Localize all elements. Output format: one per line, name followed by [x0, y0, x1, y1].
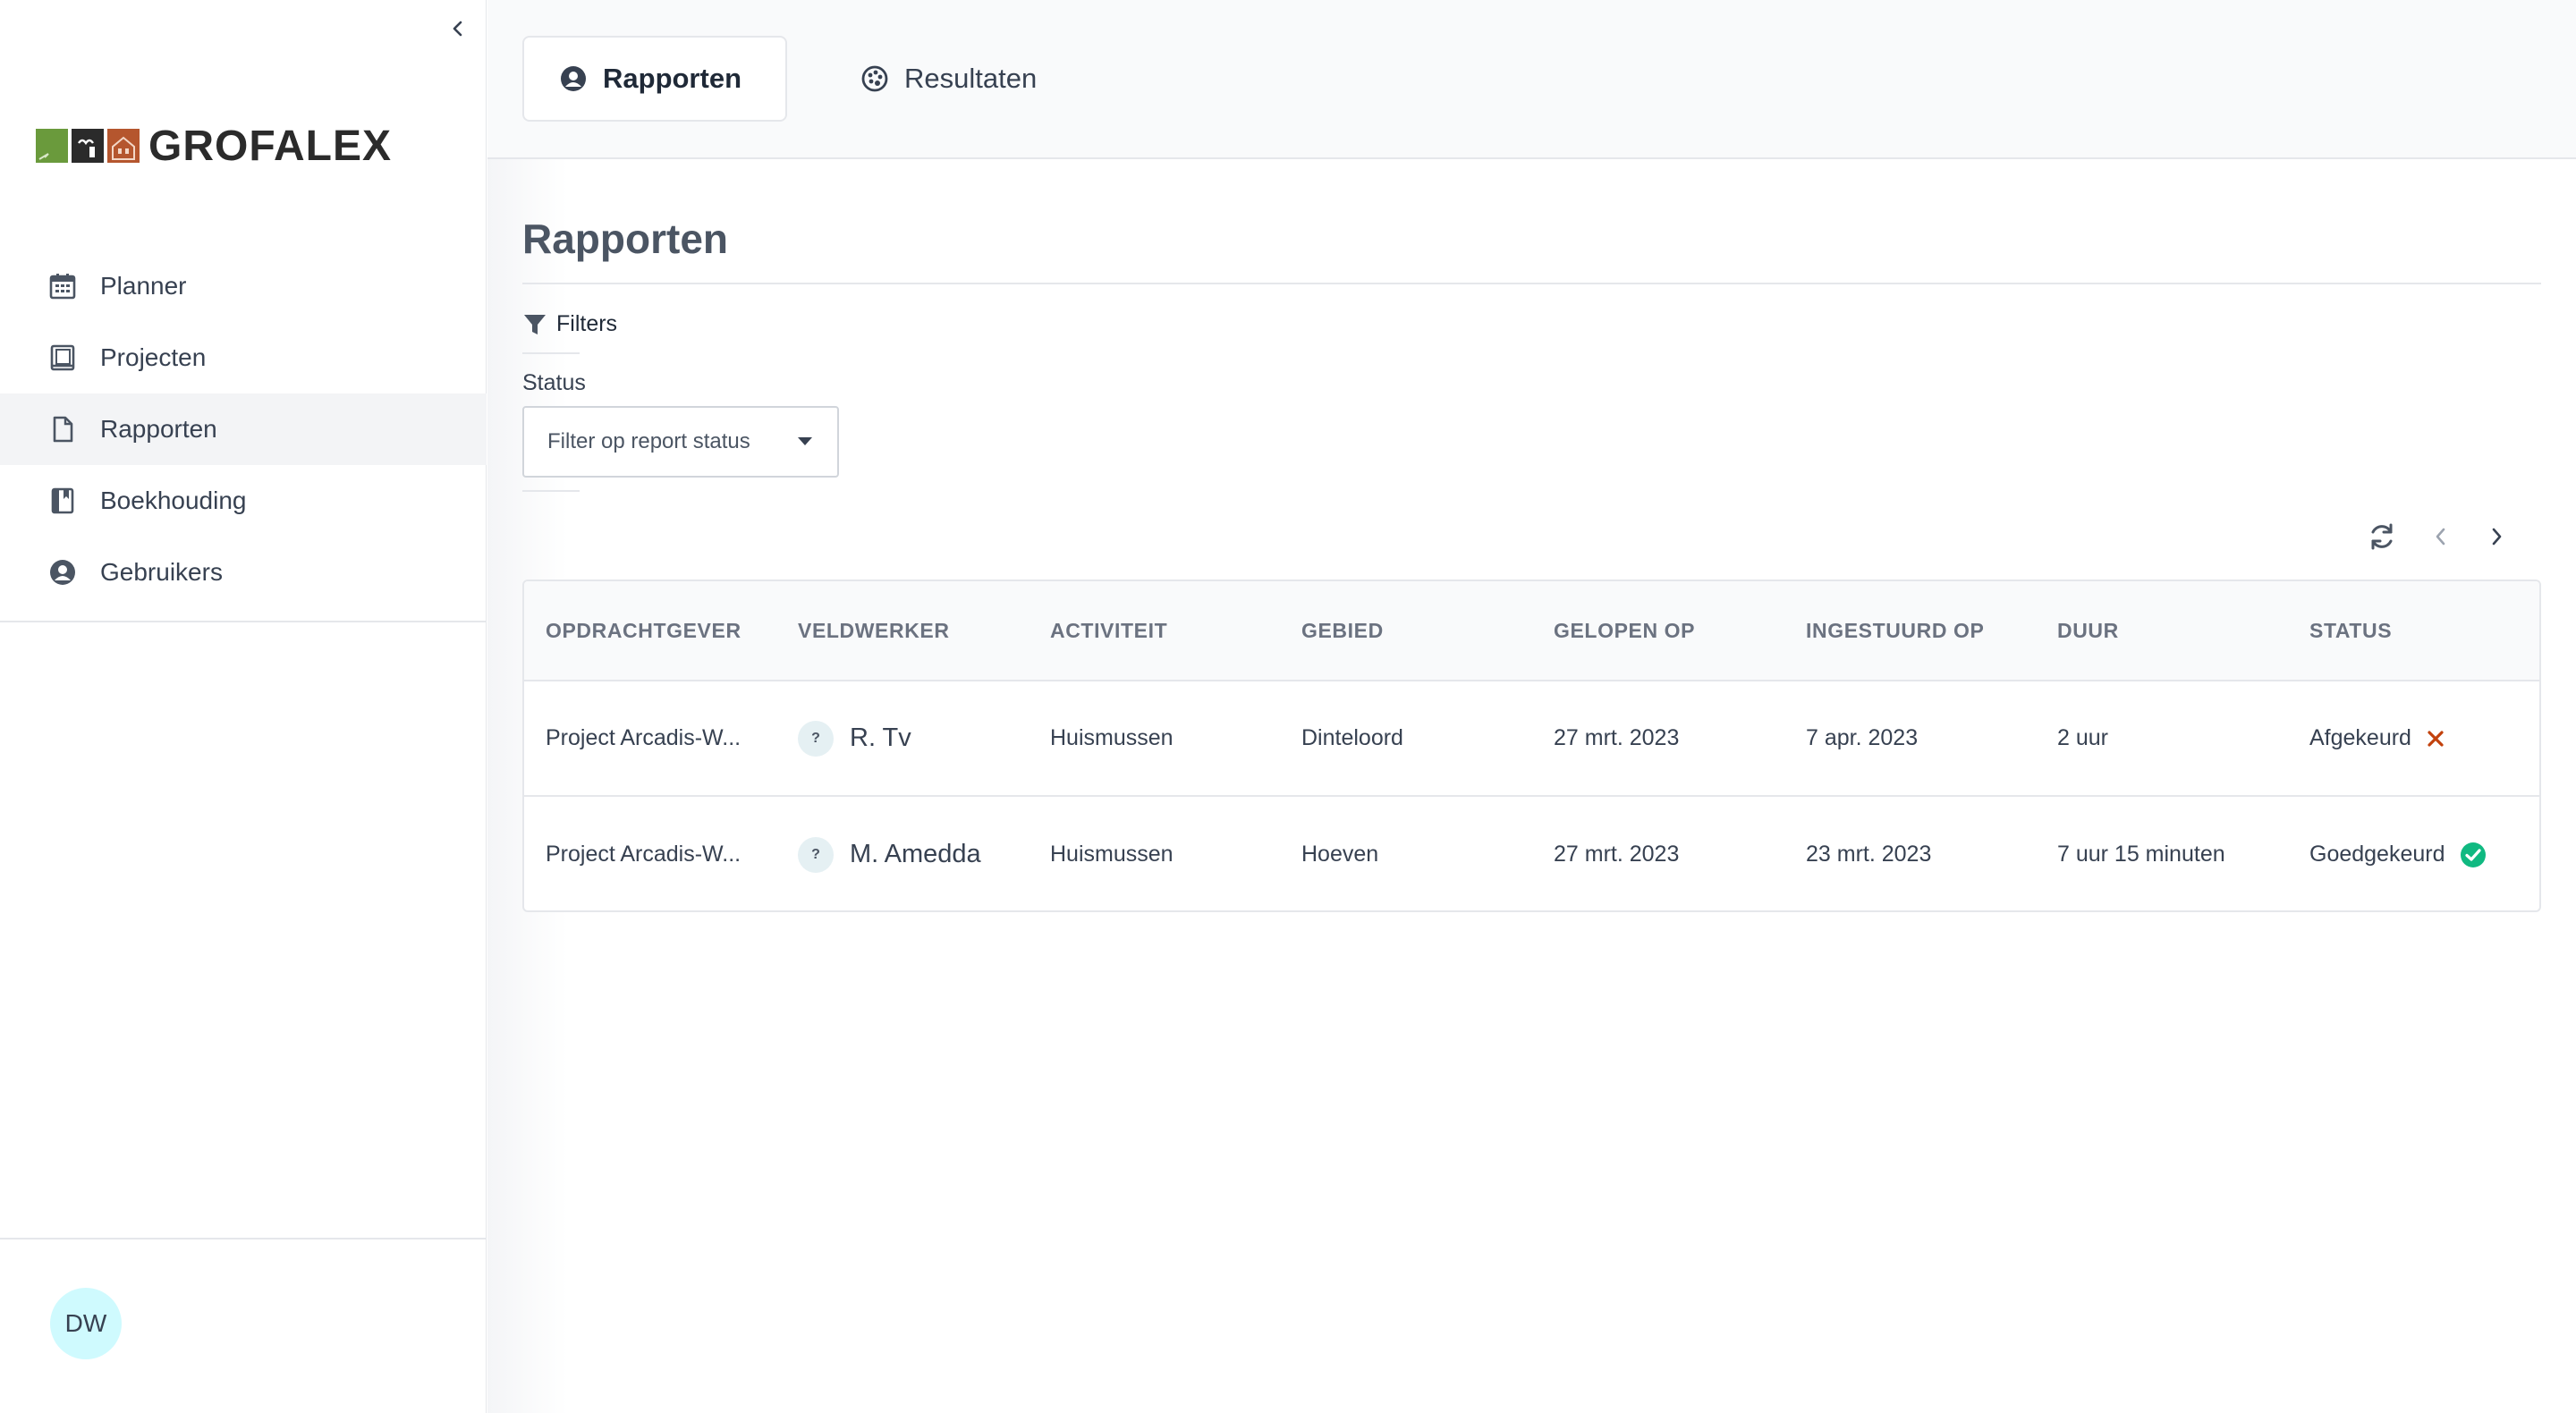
user-circle-icon — [47, 556, 79, 588]
book-icon — [47, 342, 79, 374]
filters-toggle[interactable]: Filters — [522, 311, 617, 337]
user-circle-icon — [558, 63, 589, 94]
column-header-status[interactable]: STATUS — [2309, 619, 2524, 643]
user-avatar[interactable]: DW — [50, 1288, 122, 1359]
column-header-gebied[interactable]: GEBIED — [1301, 619, 1534, 643]
page-title: Rapporten — [522, 216, 728, 262]
table-row[interactable]: Project Arcadis-W... ? R. Tv Huismussen … — [524, 681, 2539, 797]
ledger-icon — [47, 485, 79, 517]
cell-submitted-on: 7 apr. 2023 — [1806, 725, 1919, 750]
status-text: Afgekeurd — [2309, 725, 2411, 750]
tab-rapporten[interactable]: Rapporten — [522, 36, 787, 122]
caret-down-icon — [798, 437, 812, 445]
brand-name: GROFALEX — [148, 122, 393, 170]
document-icon — [47, 413, 79, 445]
next-page-button[interactable] — [2479, 519, 2514, 554]
cell-area: Dinteloord — [1301, 725, 1403, 750]
worker-name: R. Tv — [850, 723, 911, 752]
column-header-opdrachtgever[interactable]: OPDRACHTGEVER — [546, 619, 760, 643]
filter-icon — [522, 312, 547, 337]
worker-avatar: ? — [798, 720, 834, 757]
x-icon — [2426, 729, 2445, 749]
cell-worker: ? R. Tv — [798, 720, 1030, 757]
logo-tiles — [36, 129, 140, 163]
sidebar-item-label: Rapporten — [100, 415, 217, 443]
refresh-icon — [2371, 523, 2393, 550]
cell-submitted-on: 23 mrt. 2023 — [1806, 842, 1932, 867]
cell-duration: 7 uur 15 minuten — [2057, 842, 2225, 867]
sidebar-item-label: Boekhouding — [100, 487, 247, 514]
cell-area: Hoeven — [1301, 842, 1379, 867]
sidebar-item-boekhouding[interactable]: Boekhouding — [0, 465, 487, 537]
reports-table: OPDRACHTGEVER VELDWERKER ACTIVITEIT GEBI… — [522, 580, 2541, 912]
sidebar-item-rapporten[interactable]: Rapporten — [0, 393, 487, 465]
cell-client: Project Arcadis-W... — [546, 842, 741, 867]
sidebar-bottom-divider — [0, 1238, 487, 1240]
collapse-sidebar-button[interactable] — [444, 14, 472, 43]
sidebar: GROFALEX Planner Projecten Rapporten Boe… — [0, 0, 487, 1413]
cell-duration: 2 uur — [2057, 725, 2108, 750]
cell-status: Afgekeurd — [2309, 725, 2524, 751]
table-header: OPDRACHTGEVER VELDWERKER ACTIVITEIT GEBI… — [524, 581, 2539, 681]
refresh-button[interactable] — [2364, 519, 2400, 554]
cell-walked-on: 27 mrt. 2023 — [1554, 725, 1680, 750]
filters-label: Filters — [556, 311, 618, 336]
chevron-right-icon — [2492, 528, 2502, 546]
brand-logo[interactable]: GROFALEX — [36, 122, 393, 170]
column-header-gelopen-op[interactable]: GELOPEN OP — [1554, 619, 1786, 643]
status-filter-select[interactable]: Filter op report status — [522, 406, 839, 478]
cell-walked-on: 27 mrt. 2023 — [1554, 842, 1680, 867]
sidebar-item-projecten[interactable]: Projecten — [0, 322, 487, 393]
status-filter-label: Status — [522, 370, 586, 395]
worker-avatar: ? — [798, 836, 834, 873]
logo-tile-grass — [36, 129, 68, 163]
filters-divider — [522, 352, 580, 354]
logo-tile-house — [107, 129, 140, 163]
palette-icon — [860, 63, 890, 94]
column-header-veldwerker[interactable]: VELDWERKER — [798, 619, 1030, 643]
status-text: Goedgekeurd — [2309, 842, 2445, 867]
sidebar-item-label: Projecten — [100, 343, 207, 371]
column-header-duur[interactable]: DUUR — [2057, 619, 2299, 643]
top-tab-bar: Rapporten Resultaten — [487, 0, 2576, 159]
cell-status: Goedgekeurd — [2309, 842, 2524, 868]
title-divider — [522, 283, 2541, 284]
sidebar-item-label: Gebruikers — [100, 558, 223, 586]
sidebar-item-label: Planner — [100, 272, 187, 300]
sidebar-nav: Planner Projecten Rapporten Boekhouding … — [0, 250, 487, 608]
chevron-left-icon — [2436, 528, 2445, 546]
cell-client: Project Arcadis-W... — [546, 725, 741, 750]
tab-label: Resultaten — [904, 63, 1038, 94]
sidebar-divider — [0, 621, 487, 622]
cell-activity: Huismussen — [1050, 842, 1174, 867]
previous-page-button[interactable] — [2423, 519, 2459, 554]
filters-bottom-divider — [522, 490, 580, 492]
sidebar-item-planner[interactable]: Planner — [0, 250, 487, 322]
status-filter-placeholder: Filter op report status — [547, 429, 750, 453]
worker-name: M. Amedda — [850, 840, 981, 868]
sidebar-item-gebruikers[interactable]: Gebruikers — [0, 537, 487, 608]
calendar-icon — [47, 270, 79, 302]
column-header-ingestuurd-op[interactable]: INGESTUURD OP — [1806, 619, 2047, 643]
tab-resultaten[interactable]: Resultaten — [826, 36, 1071, 122]
column-header-activiteit[interactable]: ACTIVITEIT — [1050, 619, 1283, 643]
table-row[interactable]: Project Arcadis-W... ? M. Amedda Huismus… — [524, 797, 2539, 910]
cell-activity: Huismussen — [1050, 725, 1174, 750]
tab-label: Rapporten — [603, 63, 741, 94]
chevron-left-icon — [453, 21, 462, 37]
cell-worker: ? M. Amedda — [798, 836, 1030, 873]
logo-tile-birds — [72, 129, 104, 163]
main-content: Rapporten Resultaten Rapporten Filters S… — [487, 0, 2576, 1413]
check-circle-icon — [2460, 842, 2487, 868]
